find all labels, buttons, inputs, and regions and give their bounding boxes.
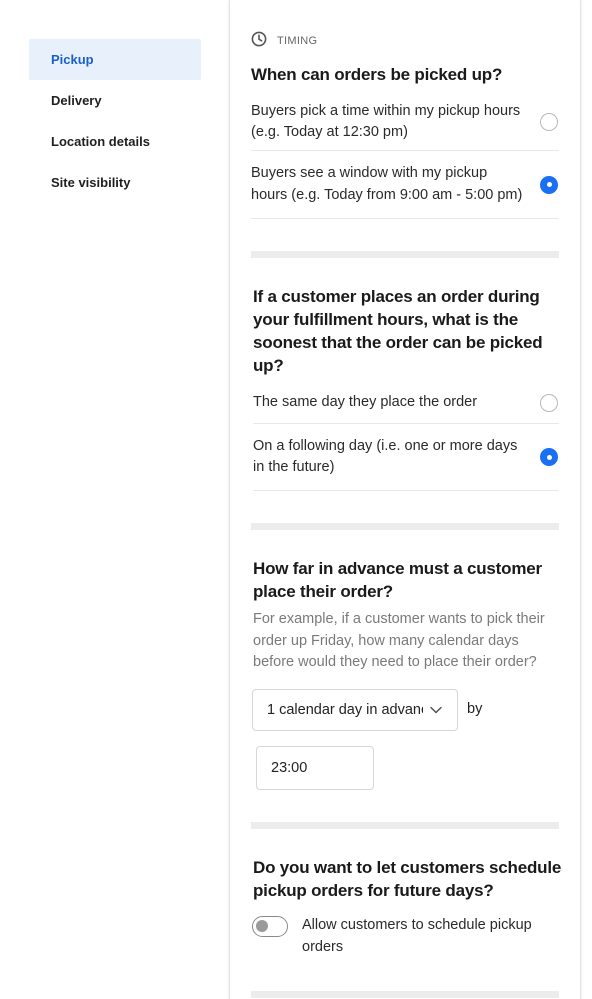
- option-label: Buyers see a window with my pickup hours…: [251, 165, 523, 203]
- sidebar-item-location-details[interactable]: Location details: [29, 121, 201, 162]
- option-label: The same day they place the order: [253, 394, 478, 411]
- radio-unselected[interactable]: [540, 394, 558, 412]
- timing-section-label: TIMING: [277, 35, 318, 47]
- section-divider: [251, 991, 559, 998]
- pickup-time-question: When can orders be picked up?: [251, 65, 503, 84]
- schedule-future-toggle-label: Allow customers to schedule pickup order…: [302, 917, 532, 955]
- section-divider: [251, 251, 559, 258]
- radio-selected[interactable]: [540, 175, 558, 194]
- sidebar-item-delivery[interactable]: Delivery: [29, 80, 201, 121]
- advance-days-value: 1 calendar day in advance: [267, 702, 423, 718]
- future-days-question: Do you want to let customers schedule pi…: [253, 858, 562, 900]
- advance-days-select[interactable]: 1 calendar day in advance: [252, 689, 458, 731]
- following-day-option[interactable]: On a following day (i.e. one or more day…: [253, 424, 559, 491]
- radio-selected[interactable]: [540, 448, 558, 466]
- sidebar-nav: Pickup Delivery Location details Site vi…: [29, 39, 201, 203]
- radio-unselected[interactable]: [540, 113, 558, 131]
- advance-notice-help-text: For example, if a customer wants to pick…: [253, 611, 545, 670]
- settings-panel: TIMING When can orders be picked up? Buy…: [229, 0, 581, 999]
- by-label: by: [467, 701, 483, 717]
- timing-section-header: TIMING: [251, 31, 318, 52]
- clock-icon: [251, 31, 267, 52]
- section-divider: [251, 523, 559, 530]
- section-divider: [251, 822, 559, 829]
- soonest-pickup-question: If a customer places an order during you…: [253, 287, 543, 375]
- sidebar-item-site-visibility[interactable]: Site visibility: [29, 162, 201, 203]
- schedule-future-toggle[interactable]: [252, 916, 288, 937]
- same-day-option[interactable]: The same day they place the order: [253, 383, 559, 424]
- toggle-knob: [256, 920, 268, 932]
- option-label: Buyers pick a time within my pickup hour…: [251, 102, 521, 141]
- sidebar-item-pickup[interactable]: Pickup: [29, 39, 201, 80]
- pickup-time-option[interactable]: Buyers pick a time within my pickup hour…: [251, 94, 559, 151]
- pickup-window-option[interactable]: Buyers see a window with my pickup hours…: [251, 151, 559, 219]
- advance-notice-question: How far in advance must a customer place…: [253, 559, 542, 601]
- option-label: On a following day (i.e. one or more day…: [253, 437, 518, 476]
- cutoff-time-input[interactable]: [256, 746, 374, 790]
- chevron-down-icon: [429, 703, 443, 721]
